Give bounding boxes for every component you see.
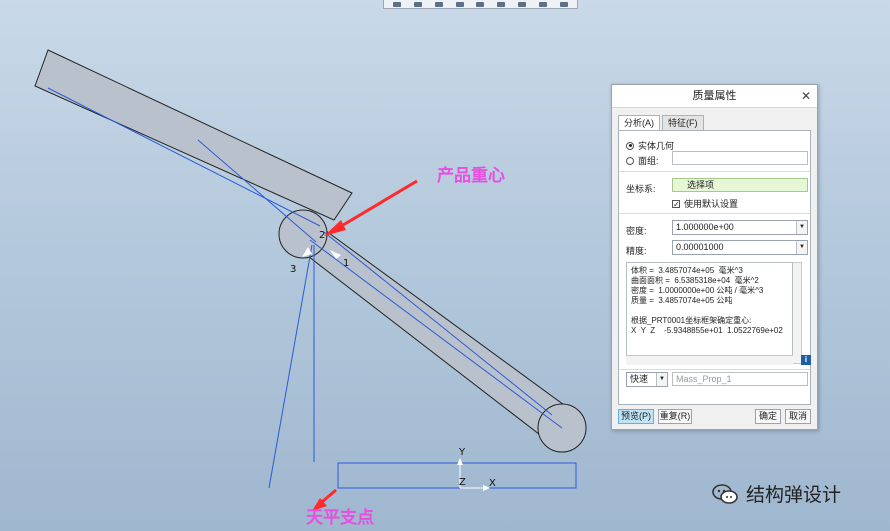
info-icon[interactable]: i (801, 355, 811, 365)
watermark: 结构弹设计 (712, 480, 841, 507)
preview-button[interactable]: 预览(P) (618, 409, 654, 424)
use-default-option[interactable]: ✓ 使用默认设置 (672, 197, 738, 210)
label-two: 2 (319, 230, 325, 241)
analysis-panel: 实体几何 面组: 坐标系: 选择项 ✓ 使用默认设置 密度: 1.000000e… (618, 130, 811, 405)
coord-label: 坐标系: (626, 182, 656, 195)
axis-y-label: Y (458, 447, 466, 458)
mass-properties-dialog: 质量属性 ✕ 分析(A) 特征(F) 实体几何 面组: 坐标系: 选择项 ✓ 使… (611, 84, 818, 430)
dialog-titlebar[interactable]: 质量属性 ✕ (612, 85, 817, 108)
radio-selected-icon[interactable] (626, 141, 634, 150)
label-one: 1 (343, 258, 349, 269)
use-default-label: 使用默认设置 (684, 199, 739, 209)
coordinate-system-field[interactable]: 选择项 (672, 178, 808, 192)
density-select[interactable]: 1.000000e+00 ▼ (672, 220, 808, 235)
wechat-icon (712, 483, 738, 505)
density-label: 密度: (626, 224, 647, 237)
radio-icon[interactable] (626, 156, 634, 165)
close-icon[interactable]: ✕ (801, 85, 811, 107)
solid-geometry-label: 实体几何 (638, 141, 675, 151)
axis-x-label: X (489, 478, 496, 489)
feature-name-field[interactable]: Mass_Prop_1 (672, 372, 808, 386)
upper-bar (34, 49, 353, 221)
quilt-label: 面组: (638, 156, 659, 166)
solid-geometry-option[interactable]: 实体几何 (626, 139, 674, 152)
accuracy-label-text: 精度: (626, 246, 647, 256)
accuracy-value: 0.00001000 (676, 242, 724, 252)
mode-select[interactable]: 快速 ▼ (626, 372, 668, 387)
balance-pivot-annotation: 天平支点 (306, 508, 374, 528)
tab-feature[interactable]: 特征(F) (662, 115, 704, 130)
quilt-field[interactable] (672, 151, 808, 165)
chevron-down-icon[interactable]: ▼ (656, 373, 667, 386)
cancel-button[interactable]: 取消 (785, 409, 811, 424)
watermark-text: 结构弹设计 (746, 485, 842, 506)
checkbox-checked-icon[interactable]: ✓ (672, 199, 680, 208)
density-label-text: 密度: (626, 226, 647, 236)
label-three: 3 (290, 264, 296, 275)
divider (619, 171, 810, 172)
quilt-option[interactable]: 面组: (626, 154, 659, 167)
results-textbox[interactable]: 体积 = 3.4857074e+05 毫米^3 曲面面积 = 6.5385318… (626, 262, 793, 364)
dialog-title: 质量属性 (692, 90, 737, 102)
guide-lines (47, 87, 563, 489)
divider (619, 369, 810, 370)
reset-button[interactable]: 重复(R) (658, 409, 692, 424)
mode-value: 快速 (630, 374, 649, 384)
axis-z-label: Z (459, 477, 466, 488)
density-value: 1.000000e+00 (676, 222, 734, 232)
tab-analysis[interactable]: 分析(A) (618, 115, 660, 130)
results-vertical-scrollbar[interactable] (793, 262, 802, 364)
chevron-down-icon[interactable]: ▼ (796, 241, 807, 254)
ok-button[interactable]: 确定 (755, 409, 781, 424)
chevron-down-icon[interactable]: ▼ (796, 221, 807, 234)
center-of-gravity-annotation: 产品重心 (437, 166, 505, 186)
results-horizontal-scrollbar[interactable] (626, 355, 793, 365)
accuracy-select[interactable]: 0.00001000 ▼ (672, 240, 808, 255)
accuracy-label: 精度: (626, 244, 647, 257)
coord-label-text: 坐标系: (626, 184, 656, 194)
balance-base (337, 462, 577, 489)
dialog-tabs: 分析(A) 特征(F) (618, 115, 706, 130)
divider (619, 213, 810, 214)
